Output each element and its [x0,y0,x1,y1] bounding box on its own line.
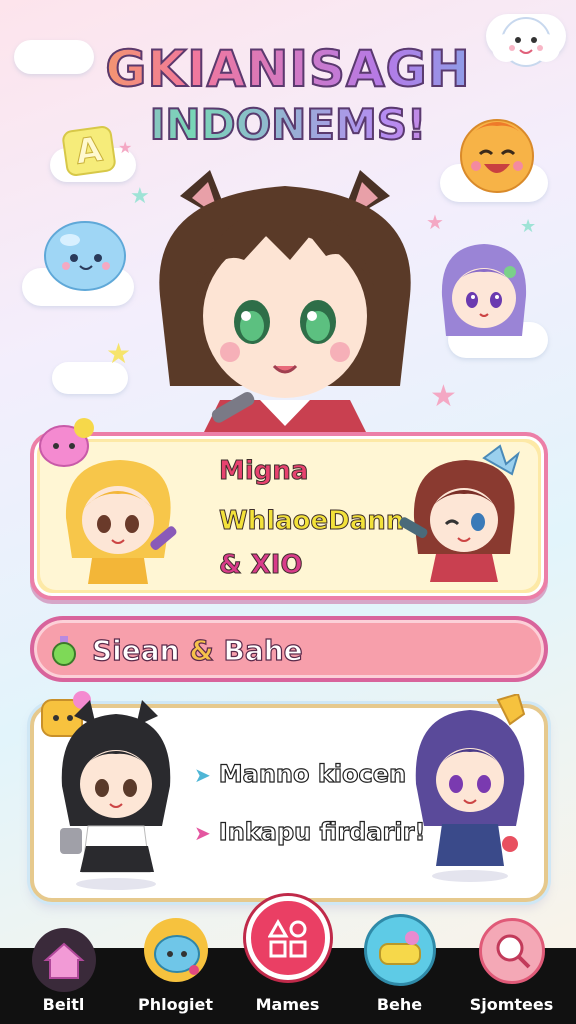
controller-icon-glyph [379,931,421,965]
pink-slime-icon [39,418,94,467]
bottom-nav: Beitl Phlogiet Mames Behe Sjomtees [0,896,576,1024]
search-icon-glyph [496,934,531,969]
card-top-line-3: & XIO [219,550,304,581]
potion-icon [52,636,76,666]
game-subtitle: INDONEMS! [0,99,576,150]
nav-item-beitl[interactable]: Beitl [6,928,121,1024]
nav-item-phlogiet[interactable]: Phlogiet [118,918,233,1024]
violet-haired-character-avatar [415,694,526,882]
nav-item-behe[interactable]: Behe [342,914,457,1024]
home-icon-glyph [43,942,85,979]
red-haired-character-avatar [399,444,520,582]
banner-label-part2: Bahe [223,633,303,667]
arrow-bullet-icon: ➤ [194,763,211,787]
purple-girl-avatar [441,244,527,336]
nav-item-mames[interactable]: Mames [230,896,345,1024]
card-top-line-1: Migna [218,456,309,487]
dark-haired-character-avatar [60,700,171,890]
feature-card-bottom[interactable]: ➤ Manno kiocen ➤ Inkapu firdarir! [30,691,548,902]
feature-card-top[interactable]: Migna WhlaoeDann & XIO [30,418,548,600]
star-decor: ★ [430,379,457,414]
nav-label-phlogiet: Phlogiet [137,995,214,1014]
card-bottom-line-2: ➤ Inkapu firdarir! [194,817,426,846]
nav-item-sjomtees[interactable]: Sjomtees [454,918,569,1024]
game-title: GKIANISAGH [0,39,576,99]
banner-label-amp: & [189,633,215,667]
star-decor: ★ [520,216,537,237]
nav-label-sjomtees: Sjomtees [469,995,554,1014]
slime-mascot-icon [44,221,126,291]
shapes-icon-glyph [268,918,307,958]
card-top-line-2: WhlaoeDann [218,506,405,537]
card-bottom-line-1-text: Manno kiocen [218,759,407,788]
nav-label-behe: Behe [376,995,423,1014]
banner-label: Siean & Bahe [91,633,303,667]
category-banner[interactable]: Siean & Bahe [30,616,548,682]
arrow-bullet-icon: ➤ [194,821,211,845]
card-bottom-line-2-text: Inkapu firdarir! [218,817,426,846]
card-bottom-line-1: ➤ Manno kiocen [194,759,407,788]
main-character-avatar [159,170,411,440]
star-decor: ★ [106,337,132,370]
nav-label-mames: Mames [255,995,320,1014]
slime-icon-glyph [154,935,200,975]
banner-label-part1: Siean [91,633,180,667]
nav-label-beitl: Beitl [42,995,85,1014]
